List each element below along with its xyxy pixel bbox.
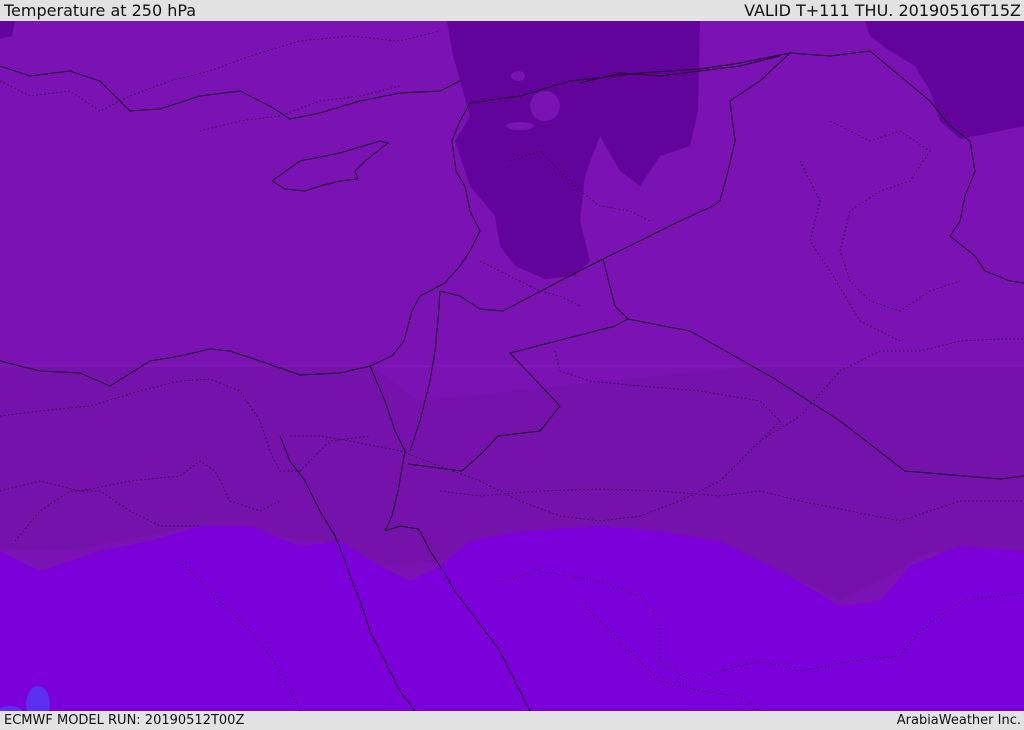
valid-time: VALID T+111 THU. 20190516T15Z <box>744 1 1021 20</box>
model-run: ECMWF MODEL RUN: 20190512T00Z <box>4 713 245 728</box>
warm-patch-3 <box>511 71 525 81</box>
warm-patch-2 <box>506 122 534 130</box>
temperature-map <box>0 21 1024 711</box>
map-header: Temperature at 250 hPa VALID T+111 THU. … <box>0 0 1024 21</box>
credit-label: ArabiaWeather Inc. <box>896 713 1021 728</box>
map-footer: ECMWF MODEL RUN: 20190512T00Z ArabiaWeat… <box>0 711 1024 729</box>
map-title: Temperature at 250 hPa <box>4 1 197 20</box>
warm-patch-1 <box>530 91 560 121</box>
